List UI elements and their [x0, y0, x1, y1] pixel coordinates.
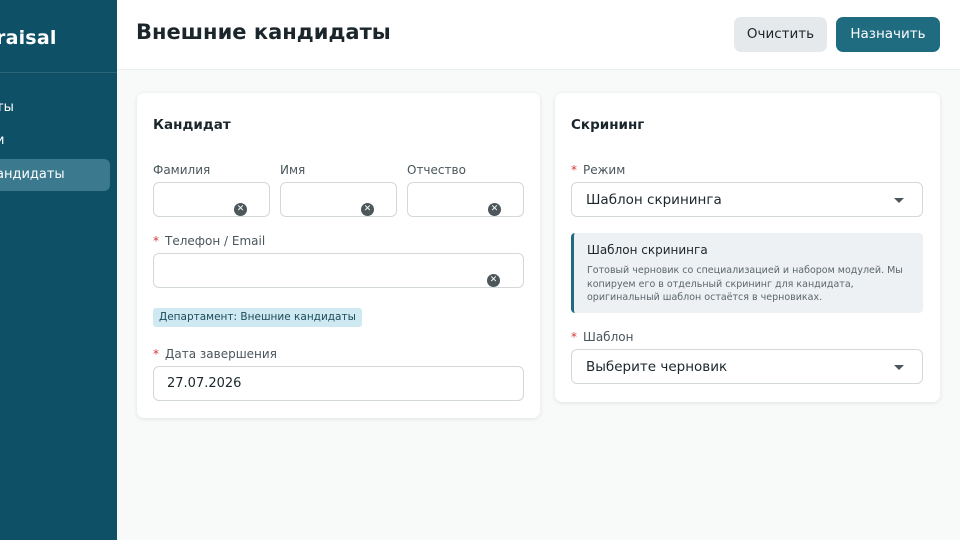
close-circle-icon[interactable]: ✕	[488, 203, 501, 216]
due-date-label-text: Дата завершения	[165, 347, 277, 361]
brand-logo: raisal	[0, 27, 57, 49]
department-badge: Департамент: Внешние кандидаты	[153, 308, 362, 327]
first-name-field[interactable]: ✕	[280, 182, 397, 217]
info-text: Готовый черновик со специализацией и наб…	[587, 265, 903, 303]
caret-down-icon	[894, 365, 904, 370]
last-name-field[interactable]: ✕	[153, 182, 270, 217]
mode-label: * Режим	[571, 163, 625, 177]
screening-info-box: Шаблон скрининга Готовый черновик со спе…	[571, 233, 923, 313]
close-circle-icon[interactable]: ✕	[234, 203, 247, 216]
due-date-field[interactable]: 27.07.2026	[153, 366, 524, 401]
mode-select-value: Шаблон скрининга	[586, 192, 722, 208]
sidebar-item-1[interactable]: ты	[0, 92, 110, 124]
mode-select[interactable]: Шаблон скрининга	[571, 182, 923, 217]
close-circle-icon[interactable]: ✕	[361, 203, 374, 216]
candidate-card: Кандидат Фамилия ✕ Имя ✕ Отчество ✕ * Тел…	[137, 93, 540, 418]
sidebar-divider	[0, 72, 117, 73]
info-title: Шаблон скрининга	[587, 243, 708, 257]
close-circle-icon[interactable]: ✕	[487, 274, 500, 287]
first-name-label: Имя	[280, 163, 306, 177]
page-title: Внешние кандидаты	[136, 20, 391, 44]
template-select-value: Выберите черновик	[586, 359, 728, 375]
required-mark: *	[571, 163, 577, 177]
required-mark: *	[153, 234, 159, 248]
sidebar: raisal ты и андидаты	[0, 0, 117, 540]
page-header: Внешние кандидаты Очистить Назначить	[117, 0, 960, 70]
template-label-text: Шаблон	[583, 330, 634, 344]
last-name-label: Фамилия	[153, 163, 211, 177]
screening-card: Скрининг * Режим Шаблон скрининга Шаблон …	[555, 93, 940, 402]
sidebar-item-external-candidates[interactable]: андидаты	[0, 159, 110, 191]
contact-label: * Телефон / Email	[153, 234, 265, 248]
due-date-label: * Дата завершения	[153, 347, 277, 361]
required-mark: *	[153, 347, 159, 361]
clear-button[interactable]: Очистить	[734, 17, 827, 52]
mode-label-text: Режим	[583, 163, 626, 177]
assign-button[interactable]: Назначить	[836, 17, 940, 52]
contact-label-text: Телефон / Email	[165, 234, 266, 248]
caret-down-icon	[894, 198, 904, 203]
template-label: * Шаблон	[571, 330, 633, 344]
template-select[interactable]: Выберите черновик	[571, 349, 923, 384]
candidate-card-title: Кандидат	[153, 117, 231, 133]
required-mark: *	[571, 330, 577, 344]
middle-name-label: Отчество	[407, 163, 466, 177]
middle-name-field[interactable]: ✕	[407, 182, 524, 217]
sidebar-item-2[interactable]: и	[0, 125, 110, 157]
due-date-value: 27.07.2026	[167, 376, 242, 391]
screening-card-title: Скрининг	[571, 117, 645, 133]
contact-field[interactable]: ✕	[153, 253, 524, 288]
